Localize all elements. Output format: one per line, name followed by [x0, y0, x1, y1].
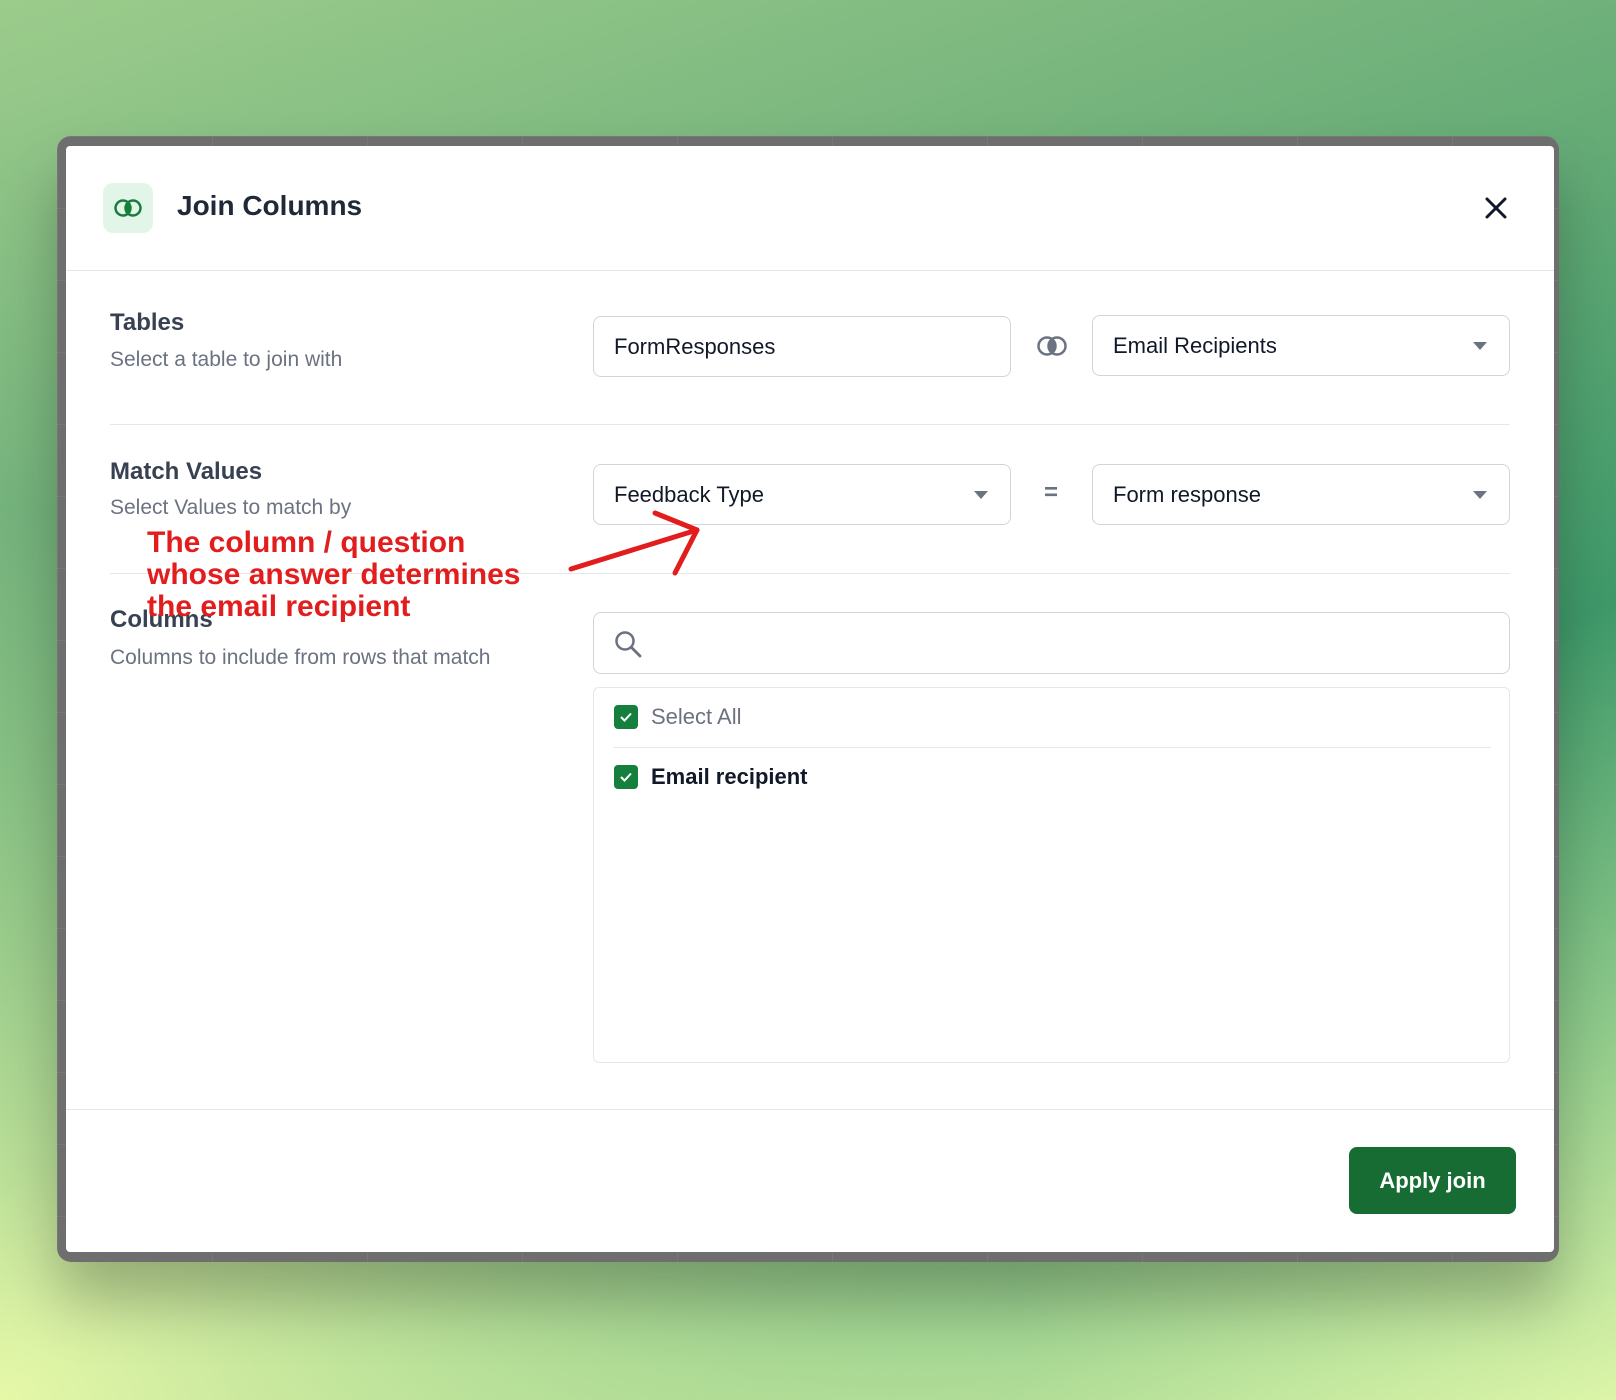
right-table-value: Email Recipients [1113, 332, 1277, 358]
annotation-line: The column / question [147, 526, 466, 559]
tables-description: Select a table to join with [110, 348, 343, 371]
right-table-select[interactable]: Email Recipients [1092, 315, 1510, 376]
list-divider [614, 747, 1491, 748]
right-column-value: Form response [1113, 481, 1261, 507]
email-recipient-checkbox[interactable] [614, 765, 638, 789]
select-all-checkbox[interactable] [614, 705, 638, 729]
annotation-arrow-icon [568, 510, 700, 576]
search-icon [615, 631, 642, 658]
columns-description: Columns to include from rows that match [110, 646, 491, 669]
footer-divider [66, 1109, 1554, 1110]
check-icon [620, 772, 632, 782]
left-table-value: FormResponses [614, 333, 776, 359]
close-button[interactable] [1478, 190, 1514, 226]
annotation-line: whose answer determines [147, 558, 521, 591]
columns-list: Select All Email recipient [593, 687, 1510, 1063]
column-search-input[interactable] [656, 623, 1496, 663]
annotation-callout: The column / question whose answer deter… [147, 527, 567, 623]
section-divider [110, 424, 1510, 425]
dialog-title: Join Columns [177, 190, 363, 221]
join-columns-dialog: Join Columns Tables Select a table to jo… [66, 146, 1554, 1252]
tables-title: Tables [110, 309, 185, 336]
equals-operator: = [1044, 479, 1059, 506]
apply-join-button[interactable]: Apply join [1349, 1147, 1516, 1214]
match-values-title: Match Values [110, 458, 263, 485]
select-all-label: Select All [651, 704, 742, 729]
dialog-header: Join Columns [66, 146, 1554, 271]
list-item[interactable]: Email recipient [614, 764, 808, 790]
column-search[interactable] [593, 612, 1510, 674]
chevron-down-icon [1473, 342, 1487, 350]
select-all-row[interactable]: Select All [614, 704, 742, 730]
list-item-label: Email recipient [651, 764, 808, 789]
join-icon [103, 183, 153, 233]
annotation-line: the email recipient [147, 590, 411, 623]
left-table-field[interactable]: FormResponses [593, 316, 1011, 377]
chevron-down-icon [1473, 491, 1487, 499]
join-type-icon[interactable] [1037, 333, 1067, 359]
match-values-description: Select Values to match by [110, 496, 352, 519]
left-column-value: Feedback Type [614, 481, 765, 507]
close-icon [1485, 197, 1507, 219]
right-column-select[interactable]: Form response [1092, 464, 1510, 525]
chevron-down-icon [974, 491, 988, 499]
check-icon [620, 712, 632, 722]
